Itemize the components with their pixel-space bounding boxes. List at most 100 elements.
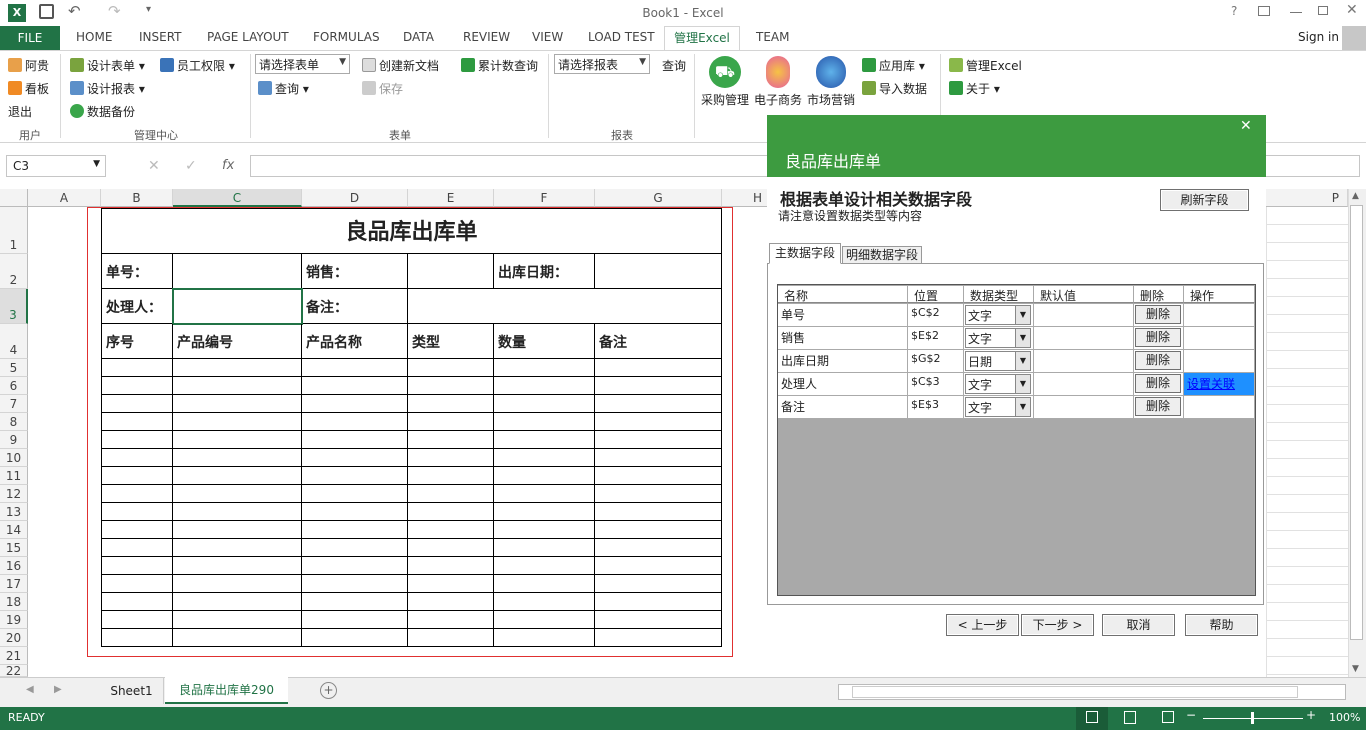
- table-cell[interactable]: [408, 521, 494, 539]
- field-name[interactable]: 单号: [778, 304, 908, 327]
- row-header[interactable]: 12: [0, 485, 28, 503]
- field-action[interactable]: [1184, 350, 1255, 373]
- table-cell[interactable]: [408, 377, 494, 395]
- table-cell[interactable]: [173, 629, 302, 647]
- column-header[interactable]: B: [101, 189, 173, 207]
- label-handler[interactable]: 处理人：: [101, 289, 173, 324]
- type-dropdown[interactable]: 文字 ▼: [965, 305, 1031, 325]
- logout-button[interactable]: 退出: [8, 103, 32, 120]
- user-button[interactable]: 阿贵: [8, 57, 49, 74]
- table-cell[interactable]: [408, 485, 494, 503]
- tab-view[interactable]: VIEW: [532, 30, 563, 44]
- table-cell[interactable]: [595, 593, 722, 611]
- table-cell[interactable]: [408, 467, 494, 485]
- row-header[interactable]: 18: [0, 593, 28, 611]
- field-delete-cell[interactable]: 删除: [1134, 396, 1184, 419]
- table-cell[interactable]: [302, 377, 408, 395]
- table-cell[interactable]: [408, 539, 494, 557]
- table-cell[interactable]: [302, 557, 408, 575]
- table-cell[interactable]: [494, 431, 595, 449]
- cell-remark[interactable]: [408, 289, 722, 324]
- about-button[interactable]: 关于 ▾: [949, 80, 1000, 97]
- dashboard-button[interactable]: 看板: [8, 80, 49, 97]
- table-cell[interactable]: [101, 467, 173, 485]
- import-data-button[interactable]: 导入数据: [862, 80, 927, 97]
- table-cell[interactable]: [173, 431, 302, 449]
- row-header[interactable]: 19: [0, 611, 28, 629]
- table-cell[interactable]: [408, 629, 494, 647]
- table-cell[interactable]: [101, 413, 173, 431]
- row-header[interactable]: 3: [0, 289, 28, 324]
- table-cell[interactable]: [408, 395, 494, 413]
- marketing-button[interactable]: 市场营销: [807, 91, 855, 108]
- table-cell[interactable]: [408, 611, 494, 629]
- table-cell[interactable]: [595, 449, 722, 467]
- field-pos[interactable]: $E$2: [908, 327, 964, 350]
- field-type-cell[interactable]: 文字 ▼: [964, 304, 1034, 327]
- name-box[interactable]: C3 ▼: [6, 155, 106, 177]
- backup-button[interactable]: 数据备份: [70, 103, 135, 120]
- enter-icon[interactable]: ✓: [185, 158, 197, 174]
- table-cell[interactable]: [173, 539, 302, 557]
- field-delete-cell[interactable]: 删除: [1134, 350, 1184, 373]
- row-header[interactable]: 11: [0, 467, 28, 485]
- column-header[interactable]: F: [494, 189, 595, 207]
- cancel-button[interactable]: 取消: [1102, 614, 1175, 636]
- design-report-button[interactable]: 设计报表 ▾: [70, 80, 145, 97]
- row-header[interactable]: 16: [0, 557, 28, 575]
- table-cell[interactable]: [408, 431, 494, 449]
- app-library-button[interactable]: 应用库 ▾: [862, 57, 925, 74]
- next-step-button[interactable]: 下一步 >: [1021, 614, 1094, 636]
- table-cell[interactable]: [101, 593, 173, 611]
- table-cell[interactable]: [302, 449, 408, 467]
- field-name[interactable]: 备注: [778, 396, 908, 419]
- table-cell[interactable]: [302, 359, 408, 377]
- table-cell[interactable]: [595, 485, 722, 503]
- table-cell[interactable]: [101, 377, 173, 395]
- table-cell[interactable]: [494, 521, 595, 539]
- manage-excel-button[interactable]: 管理Excel: [949, 57, 1022, 74]
- table-cell[interactable]: [595, 521, 722, 539]
- row-header[interactable]: 2: [0, 254, 28, 289]
- help-button[interactable]: 帮助: [1185, 614, 1258, 636]
- add-sheet-icon[interactable]: +: [320, 682, 337, 699]
- table-cell[interactable]: [173, 377, 302, 395]
- table-cell[interactable]: [494, 413, 595, 431]
- field-action[interactable]: 设置关联: [1184, 373, 1255, 396]
- table-cell[interactable]: [595, 467, 722, 485]
- table-cell[interactable]: [494, 611, 595, 629]
- field-pos[interactable]: $E$3: [908, 396, 964, 419]
- table-cell[interactable]: [101, 521, 173, 539]
- type-dropdown[interactable]: 文字 ▼: [965, 328, 1031, 348]
- tab-team[interactable]: TEAM: [756, 30, 789, 44]
- table-cell[interactable]: [101, 359, 173, 377]
- table-cell[interactable]: [408, 557, 494, 575]
- field-type-cell[interactable]: 日期 ▼: [964, 350, 1034, 373]
- tab-home[interactable]: HOME: [76, 30, 112, 44]
- row-header[interactable]: 1: [0, 207, 28, 254]
- row-header[interactable]: 13: [0, 503, 28, 521]
- table-cell[interactable]: [494, 593, 595, 611]
- table-cell[interactable]: [173, 449, 302, 467]
- table-cell[interactable]: [494, 575, 595, 593]
- row-header[interactable]: 15: [0, 539, 28, 557]
- header-quantity[interactable]: 数量: [494, 324, 595, 359]
- column-header[interactable]: G: [595, 189, 722, 207]
- table-cell[interactable]: [173, 359, 302, 377]
- sheet-tab-active[interactable]: 良品库出库单290: [165, 677, 288, 704]
- field-delete-cell[interactable]: 删除: [1134, 304, 1184, 327]
- field-delete-cell[interactable]: 删除: [1134, 327, 1184, 350]
- h-scroll-thumb[interactable]: [852, 686, 1298, 698]
- maximize-icon[interactable]: [1318, 6, 1328, 15]
- delete-button[interactable]: 删除: [1135, 305, 1181, 324]
- form-select[interactable]: 请选择表单 ▼: [255, 54, 350, 74]
- table-cell[interactable]: [302, 611, 408, 629]
- delete-button[interactable]: 删除: [1135, 374, 1181, 393]
- restore-ribbon-icon[interactable]: [1258, 6, 1270, 16]
- field-action[interactable]: [1184, 304, 1255, 327]
- table-cell[interactable]: [595, 611, 722, 629]
- table-cell[interactable]: [173, 575, 302, 593]
- row-header[interactable]: 5: [0, 359, 28, 377]
- field-name[interactable]: 处理人: [778, 373, 908, 396]
- table-cell[interactable]: [173, 413, 302, 431]
